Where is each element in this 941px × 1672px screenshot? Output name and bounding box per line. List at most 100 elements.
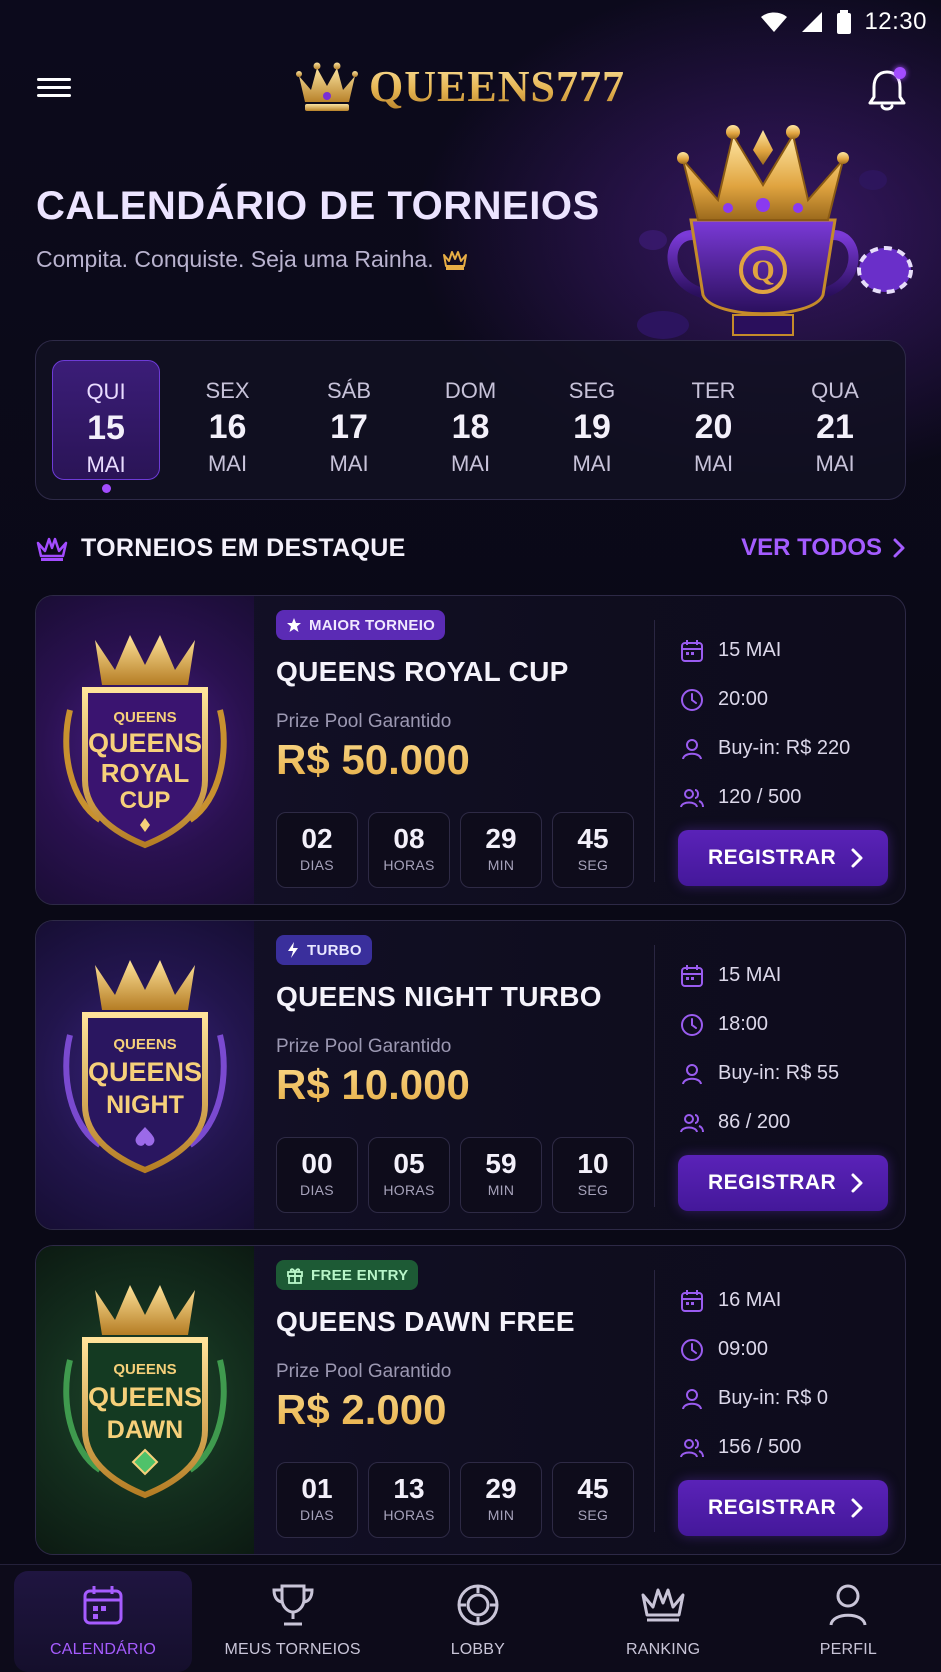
- countdown-days: 01 DIAS: [276, 1462, 358, 1538]
- date-weekday: QUI: [86, 379, 126, 404]
- countdown-unit: DIAS: [300, 1507, 334, 1523]
- countdown-unit: MIN: [487, 1182, 515, 1198]
- nav-label: MEUS TORNEIOS: [224, 1641, 361, 1658]
- date-item-qua-21[interactable]: QUA 21 MAI: [781, 360, 889, 480]
- countdown-unit: SEG: [577, 1507, 609, 1523]
- countdown-value: 00: [301, 1148, 333, 1179]
- countdown-value: 10: [577, 1148, 609, 1179]
- user-icon: [829, 1584, 867, 1626]
- date-item-dom-18[interactable]: DOM 18 MAI: [417, 360, 525, 480]
- page-subtitle: Compita. Conquiste. Seja uma Rainha.: [36, 246, 468, 273]
- countdown-unit: SEG: [577, 1182, 609, 1198]
- view-all-link[interactable]: VER TODOS: [741, 534, 906, 562]
- tournament-title: QUEENS ROYAL CUP: [276, 656, 569, 687]
- tournament-details: MAIOR TORNEIO QUEENS ROYAL CUP Prize Poo…: [276, 596, 666, 904]
- countdown-value: 01: [301, 1473, 333, 1504]
- date-item-ter-20[interactable]: TER 20 MAI: [660, 360, 768, 480]
- nav-label: LOBBY: [450, 1641, 506, 1658]
- date-month: MAI: [207, 451, 248, 476]
- nav-item-perfil[interactable]: PERFIL: [756, 1565, 941, 1672]
- countdown-hours: 13 HORAS: [368, 1462, 450, 1538]
- countdown-hours: 08 HORAS: [368, 812, 450, 888]
- nav-label: CALENDÁRIO: [49, 1641, 157, 1658]
- countdown-minutes: 29 MIN: [460, 812, 542, 888]
- tournament-card[interactable]: QUEENS QUEENS ROYAL CUP MAIOR TORNEIO QU…: [35, 595, 906, 905]
- calendar-icon: [83, 1586, 123, 1625]
- date-month: MAI: [815, 451, 855, 476]
- menu-button[interactable]: [34, 72, 74, 112]
- register-button[interactable]: REGISTRAR: [678, 1155, 888, 1211]
- countdown-value: 13: [393, 1473, 425, 1504]
- trophy-icon: [272, 1584, 314, 1626]
- date-month: MAI: [329, 451, 369, 476]
- tournament-time: 09:00: [718, 1338, 769, 1360]
- tournament-date: 16 MAI: [718, 1289, 782, 1311]
- date-item-sab-17[interactable]: SÁB 17 MAI: [295, 360, 403, 480]
- date-day: 21: [816, 408, 854, 446]
- nav-item-calendario[interactable]: CALENDÁRIO: [14, 1571, 192, 1672]
- countdown-timer: 01 DIAS 13 HORAS 29 MIN 45 SEG: [276, 1462, 634, 1538]
- prize-amount: R$ 50.000: [276, 736, 470, 783]
- notification-dot: [894, 67, 906, 79]
- date-day: 15: [87, 409, 125, 447]
- emblem-line: DAWN: [107, 1416, 183, 1444]
- tournament-card[interactable]: QUEENS QUEENS NIGHT TURBO QUEENS NIGHT T…: [35, 920, 906, 1230]
- tournament-card[interactable]: QUEENS QUEENS DAWN FREE ENTRY QUEENS DAW…: [35, 1245, 906, 1555]
- date-month: MAI: [693, 451, 734, 476]
- countdown-unit: HORAS: [383, 1507, 435, 1523]
- date-item-qui-15[interactable]: QUI 15 MAI: [52, 360, 160, 493]
- brand-logo: QUEENS777: [295, 60, 625, 112]
- date-month: MAI: [450, 451, 491, 476]
- tournament-info: 15 MAI 20:00 Buy-in: R$ 220 120 / 500: [680, 626, 890, 822]
- nav-item-ranking[interactable]: RANKING: [571, 1565, 756, 1672]
- tournament-time: 18:00: [718, 1013, 769, 1035]
- chevron-right-icon: [851, 1498, 863, 1518]
- countdown-value: 05: [393, 1148, 425, 1179]
- chevron-right-icon: [851, 1173, 863, 1193]
- date-item-seg-19[interactable]: SEG 19 MAI: [538, 360, 646, 480]
- tournament-title: QUEENS DAWN FREE: [276, 1306, 575, 1337]
- calendar-icon: [681, 639, 703, 662]
- register-label: REGISTRAR: [708, 846, 837, 869]
- crown-icon: [442, 250, 467, 270]
- hero-banner: CALENDÁRIO DE TORNEIOS Compita. Conquist…: [0, 125, 941, 339]
- tournament-buyin: Buy-in: R$ 0: [718, 1387, 829, 1409]
- user-icon: [682, 1388, 702, 1409]
- countdown-unit: SEG: [577, 857, 609, 873]
- countdown-value: 45: [577, 823, 609, 854]
- date-weekday: TER: [691, 378, 736, 403]
- date-day: 19: [573, 408, 611, 446]
- tournament-info: 16 MAI 09:00 Buy-in: R$ 0 156 / 500: [680, 1276, 890, 1472]
- countdown-unit: DIAS: [300, 1182, 334, 1198]
- countdown-days: 00 DIAS: [276, 1137, 358, 1213]
- prize-label: Prize Pool Garantido: [276, 1036, 452, 1057]
- countdown-unit: HORAS: [383, 857, 435, 873]
- trophy-crown-illustration: Q: [637, 125, 913, 339]
- tournament-date: 15 MAI: [718, 964, 782, 986]
- emblem-line: QUEENS: [88, 728, 202, 758]
- date-month: MAI: [86, 452, 126, 477]
- star-icon: [287, 618, 301, 632]
- nav-item-lobby[interactable]: LOBBY: [385, 1565, 570, 1672]
- badge-label: TURBO: [307, 941, 362, 959]
- tournament-title: QUEENS NIGHT TURBO: [276, 981, 602, 1012]
- countdown-seconds: 10 SEG: [552, 1137, 634, 1213]
- countdown-unit: MIN: [487, 1507, 515, 1523]
- user-icon: [682, 738, 702, 759]
- tournament-info: 15 MAI 18:00 Buy-in: R$ 55 86 / 200: [680, 951, 890, 1147]
- countdown-value: 59: [485, 1148, 517, 1179]
- emblem-line: CUP: [120, 787, 171, 814]
- nav-item-meus-torneios[interactable]: MEUS TORNEIOS: [200, 1565, 385, 1672]
- countdown-value: 29: [485, 823, 517, 854]
- app-screen: 12:30 QUEENS777 CALENDÁRIO DE TORNEIOS C…: [0, 0, 941, 1672]
- date-day: 16: [208, 408, 247, 446]
- register-button[interactable]: REGISTRAR: [678, 830, 888, 886]
- calendar-icon: [681, 1289, 703, 1312]
- date-weekday: SEX: [205, 378, 250, 403]
- register-button[interactable]: REGISTRAR: [678, 1480, 888, 1536]
- countdown-seconds: 45 SEG: [552, 1462, 634, 1538]
- date-weekday: SÁB: [326, 378, 372, 403]
- date-item-sex-16[interactable]: SEX 16 MAI: [174, 360, 282, 480]
- notifications-button[interactable]: [865, 66, 909, 114]
- tournament-players: 120 / 500: [718, 786, 802, 808]
